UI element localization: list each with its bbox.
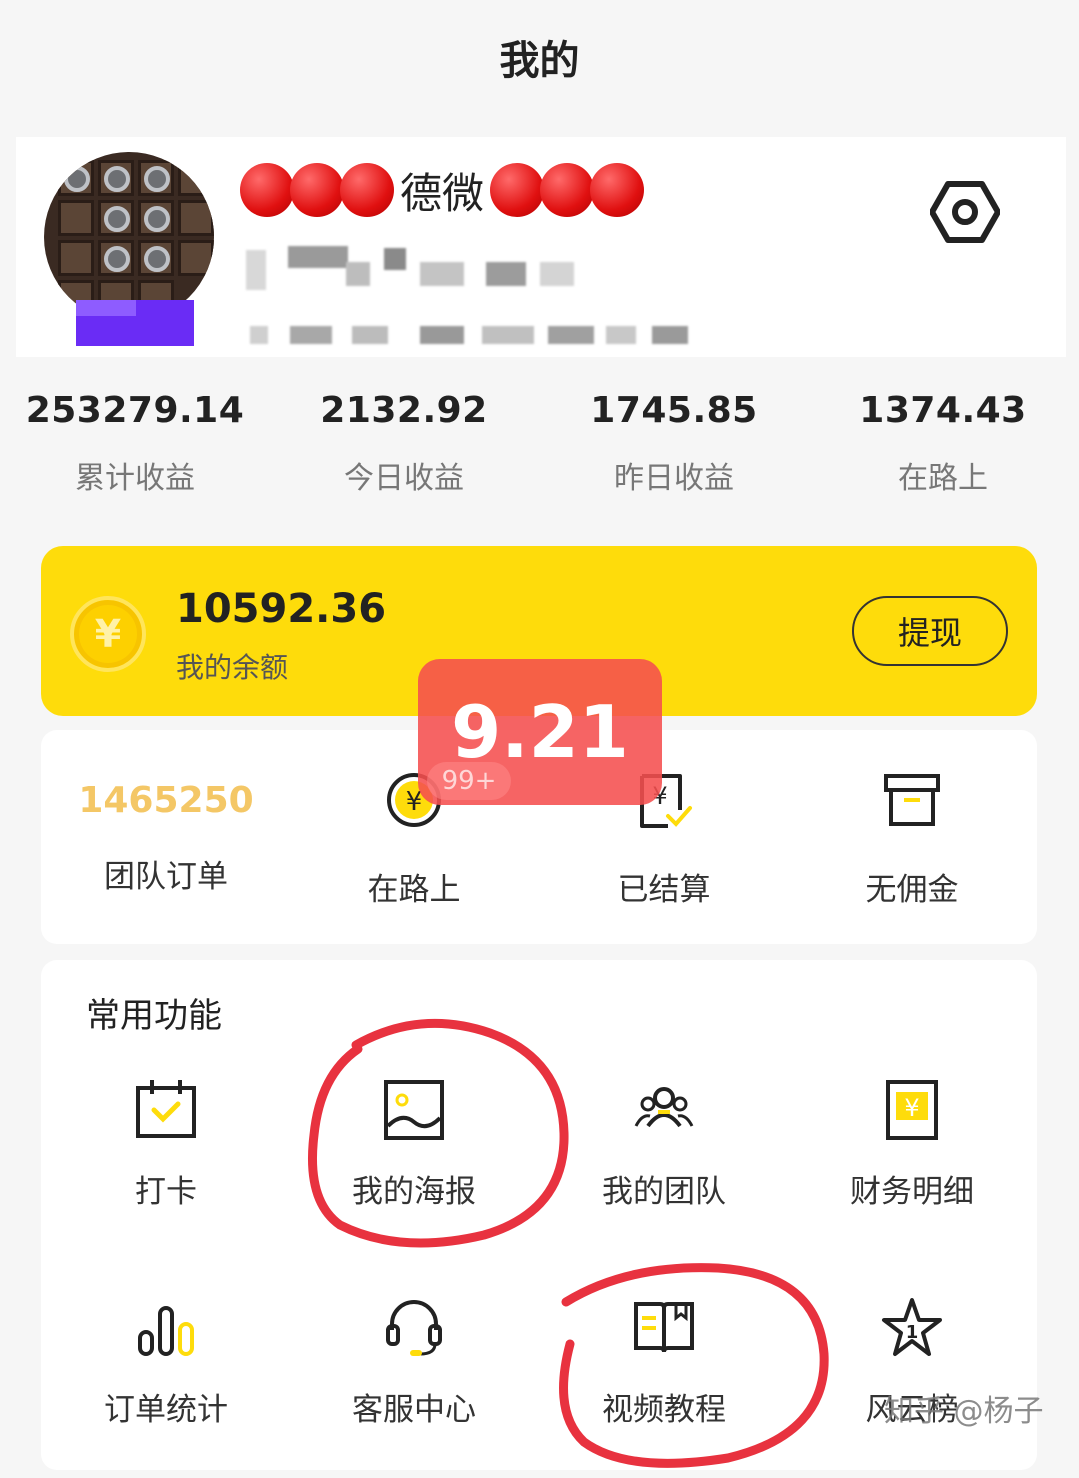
order-label: 无佣金: [865, 872, 959, 908]
withdraw-button[interactable]: 提现: [852, 596, 1008, 666]
red-dot-emoji: [490, 163, 545, 217]
stat-label: 在路上: [898, 461, 988, 496]
yen-document-icon: ¥: [886, 1080, 938, 1140]
stat-value: 1745.85: [590, 390, 758, 431]
order-label: 在路上: [367, 872, 461, 908]
func-order-stats[interactable]: 订单统计: [66, 1296, 266, 1429]
func-check-in[interactable]: 打卡: [66, 1078, 266, 1211]
stat-value: 1374.43: [859, 390, 1027, 431]
settings-icon: [929, 181, 1001, 243]
book-icon: [634, 1302, 694, 1353]
func-label: 我的团队: [602, 1174, 726, 1210]
balance-amount: 10592.36: [176, 586, 387, 632]
func-my-poster[interactable]: 我的海报: [314, 1078, 514, 1211]
stat-value: 253279.14: [25, 390, 245, 431]
orders-no-commission[interactable]: 无佣金: [812, 770, 1012, 909]
stat-yesterday-earnings[interactable]: 1745.85 昨日收益: [544, 390, 804, 497]
stat-today-earnings[interactable]: 2132.92 今日收益: [274, 390, 534, 497]
stat-label: 今日收益: [344, 461, 464, 496]
func-label: 财务明细: [850, 1174, 974, 1210]
red-dot-emoji: [590, 163, 645, 217]
stat-value: 2132.92: [320, 390, 488, 431]
func-customer-service[interactable]: 客服中心: [314, 1296, 514, 1429]
func-my-team[interactable]: 我的团队: [564, 1078, 764, 1211]
red-dot-emoji: [290, 163, 344, 217]
yen-coin-icon: ¥: [70, 596, 146, 672]
image-icon: [384, 1080, 444, 1140]
username-text: 德微: [400, 168, 485, 218]
func-label: 订单统计: [104, 1392, 228, 1428]
notification-count-badge: 99+: [427, 762, 511, 800]
stat-label: 昨日收益: [614, 461, 734, 496]
team-icon: [634, 1087, 694, 1128]
svg-text:1: 1: [906, 1322, 919, 1343]
team-order-count: 1465250: [78, 780, 254, 821]
red-dot-emoji: [240, 163, 294, 217]
archive-box-icon: [884, 774, 940, 826]
star-icon: 1: [882, 1298, 942, 1356]
team-orders-label: 团队订单: [104, 859, 228, 895]
func-finance-details[interactable]: ¥ 财务明细: [812, 1078, 1012, 1211]
calendar-check-icon: [136, 1080, 196, 1138]
red-dot-emoji: [540, 163, 595, 217]
username: 德微: [240, 160, 645, 220]
svg-text:¥: ¥: [904, 1094, 919, 1122]
page-title: 我的: [499, 38, 580, 84]
func-label: 客服中心: [352, 1392, 476, 1428]
team-orders[interactable]: 1465250 团队订单: [66, 780, 266, 896]
stat-pending[interactable]: 1374.43 在路上: [813, 390, 1073, 497]
func-label: 我的海报: [352, 1174, 476, 1210]
func-video-tutorial[interactable]: 视频教程: [564, 1296, 764, 1429]
func-label: 打卡: [135, 1174, 197, 1210]
stat-total-earnings[interactable]: 253279.14 累计收益: [5, 390, 265, 497]
func-label: 视频教程: [602, 1392, 726, 1428]
bar-chart-icon: [138, 1306, 194, 1356]
watermark: 知乎 @杨子: [884, 1394, 1044, 1429]
stat-label: 累计收益: [75, 461, 195, 496]
order-label: 已结算: [617, 872, 711, 908]
headset-icon: [386, 1300, 442, 1356]
settings-button[interactable]: [929, 180, 1001, 244]
avatar-pixelated-fragment: [76, 300, 194, 346]
avatar[interactable]: [44, 152, 214, 322]
red-dot-emoji: [340, 163, 394, 217]
section-title: 常用功能: [86, 996, 222, 1036]
balance-label: 我的余额: [176, 651, 289, 684]
